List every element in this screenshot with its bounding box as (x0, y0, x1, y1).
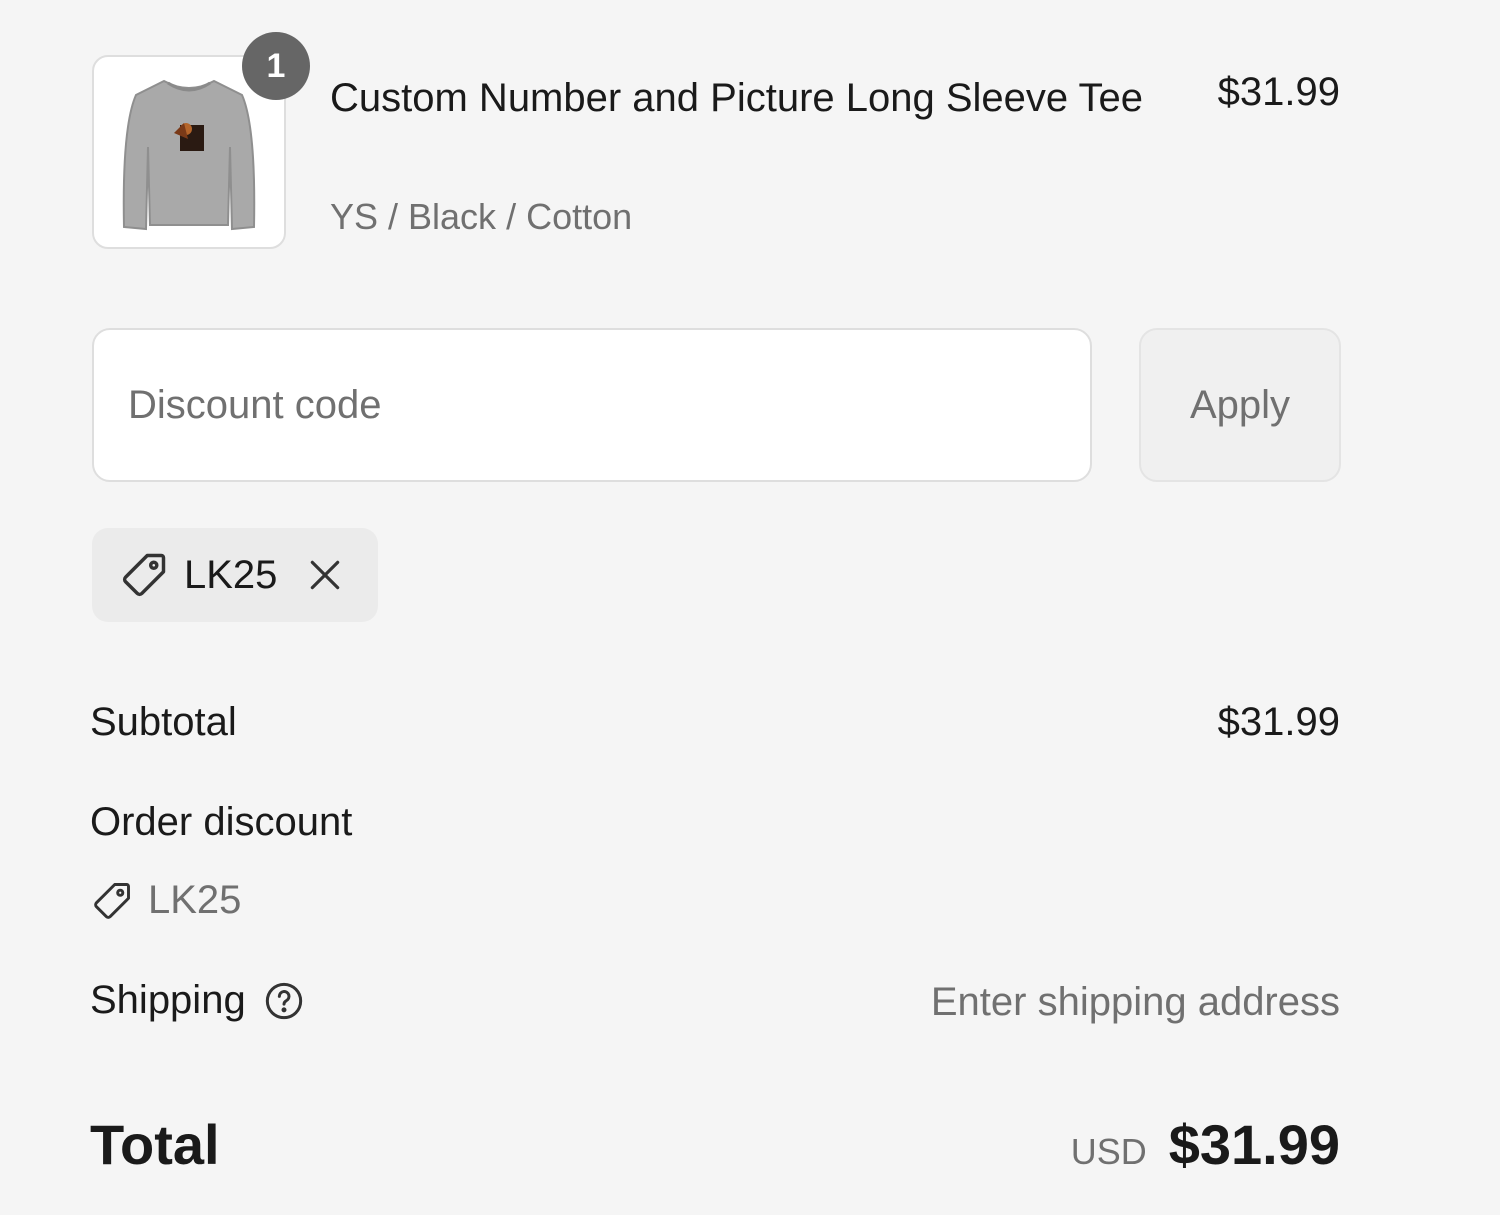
discount-code-input[interactable] (92, 328, 1092, 482)
total-value: USD $31.99 (1071, 1112, 1340, 1177)
applied-discount-code: LK25 (184, 552, 278, 597)
subtotal-label: Subtotal (90, 700, 237, 744)
order-discount-code: LK25 (148, 878, 242, 922)
tag-icon (94, 882, 130, 919)
total-amount: $31.99 (1168, 1113, 1340, 1176)
close-icon (311, 560, 340, 590)
tag-icon (122, 553, 166, 597)
order-discount-code-row: LK25 (90, 878, 241, 923)
remove-discount-button[interactable] (305, 555, 345, 595)
apply-discount-button[interactable]: Apply (1139, 328, 1341, 482)
total-label: Total (90, 1113, 220, 1176)
shipping-value: Enter shipping address (930, 980, 1340, 1024)
shipping-label: Shipping (90, 978, 246, 1022)
long-sleeve-tee-thumbnail-icon (122, 79, 256, 231)
product-name: Custom Number and Picture Long Sleeve Te… (330, 76, 1144, 120)
total-currency: USD (1070, 1131, 1147, 1172)
product-price: $31.99 (1217, 70, 1340, 114)
help-circle-icon[interactable] (264, 981, 304, 1021)
product-variant: YS / Black / Cotton (330, 196, 633, 237)
applied-discount-chip: LK25 (92, 528, 378, 622)
order-discount-label: Order discount (90, 800, 353, 844)
shipping-row: Shipping (90, 978, 304, 1023)
quantity-badge: 1 (242, 32, 310, 100)
subtotal-value: $31.99 (1217, 700, 1340, 744)
